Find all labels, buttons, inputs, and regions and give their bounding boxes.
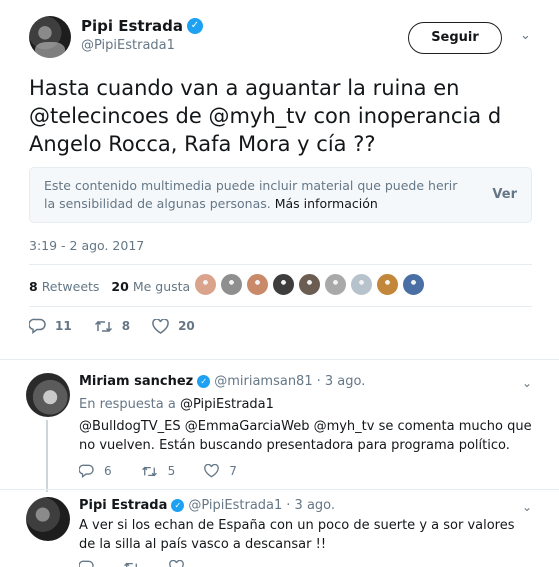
tweet-text: Hasta cuando van a aguantar la ruina en … — [29, 76, 502, 156]
like-count: 20 — [178, 319, 195, 333]
liker-avatar[interactable] — [402, 273, 425, 296]
reply-action[interactable]: 11 — [29, 318, 72, 334]
reply-header: Pipi Estrada ✓ @PipiEstrada1 · 3 ago. — [79, 498, 335, 513]
likes-count: 20 — [111, 278, 129, 294]
retweets-count: 8 — [29, 278, 38, 294]
verified-badge-icon: ✓ — [197, 375, 211, 388]
more-options-chevron-down-icon[interactable]: ⌄ — [520, 28, 531, 43]
reply-count: 6 — [104, 464, 112, 478]
reply-text: @BulldogTV_ES @EmmaGarciaWeb @myh_tv se … — [79, 419, 532, 453]
like-action[interactable]: 20 — [152, 318, 195, 334]
reply-action[interactable] — [79, 560, 94, 567]
reply-count: 11 — [55, 319, 72, 333]
like-count: 7 — [229, 464, 237, 478]
divider — [0, 489, 559, 490]
more-info-link[interactable]: Más información — [275, 196, 378, 211]
retweets-label: Retweets — [41, 278, 100, 294]
retweet-action[interactable] — [123, 561, 140, 567]
reply-header: Miriam sanchez ✓ @miriamsan81 · 3 ago. — [79, 374, 365, 389]
reply-author-handle[interactable]: @miriamsan81 — [214, 374, 312, 389]
divider — [29, 264, 532, 265]
reply-date[interactable]: · 3 ago. — [286, 498, 335, 513]
reply-avatar[interactable] — [26, 497, 70, 541]
retweet-icon — [94, 320, 112, 332]
liker-avatars — [194, 273, 425, 296]
view-media-button[interactable]: Ver — [492, 187, 517, 202]
sensitive-media-text: Este contenido multimedia puede incluir … — [44, 177, 464, 213]
in-reply-handle[interactable]: @PipiEstrada1 — [180, 397, 274, 412]
like-action[interactable]: 7 — [204, 464, 237, 478]
reply-options-chevron-down-icon[interactable]: ⌄ — [522, 376, 532, 390]
verified-badge-icon: ✓ — [171, 499, 185, 512]
author-avatar[interactable] — [29, 16, 71, 58]
likes-label: Me gusta — [132, 278, 191, 294]
tweet-timestamp[interactable]: 3:19 - 2 ago. 2017 — [29, 238, 144, 253]
liker-avatar[interactable] — [246, 273, 269, 296]
liker-avatar[interactable] — [324, 273, 347, 296]
replies-separator — [0, 359, 559, 367]
reply-actions: 6 5 7 — [79, 464, 266, 478]
tweet-actions: 11 8 20 — [29, 318, 217, 334]
sensitive-notice-text: Este contenido multimedia puede incluir … — [44, 178, 458, 211]
liker-avatar[interactable] — [220, 273, 243, 296]
reply-action[interactable]: 6 — [79, 464, 112, 478]
retweet-count: 5 — [167, 464, 176, 478]
in-reply-label: En respuesta a — [79, 397, 176, 412]
reply-icon — [79, 464, 94, 478]
liker-avatar[interactable] — [376, 273, 399, 296]
author-name[interactable]: Pipi Estrada — [81, 17, 183, 35]
in-reply-to: En respuesta a @PipiEstrada1 — [79, 397, 274, 412]
liker-avatar[interactable] — [272, 273, 295, 296]
reply-icon — [29, 318, 46, 334]
like-action[interactable] — [169, 560, 184, 567]
thread-line — [46, 420, 48, 492]
liker-avatar[interactable] — [194, 273, 217, 296]
tweet-stats: 8 Retweets 20 Me gusta — [29, 276, 190, 296]
retweet-action[interactable]: 5 — [141, 464, 176, 478]
heart-icon — [169, 560, 184, 567]
author-name-row[interactable]: Pipi Estrada ✓ — [81, 17, 203, 35]
retweets-stat[interactable]: 8 Retweets — [29, 279, 99, 294]
retweet-action[interactable]: 8 — [94, 319, 130, 334]
retweet-icon — [141, 466, 157, 476]
reply-date[interactable]: · 3 ago. — [317, 374, 366, 389]
reply-options-chevron-down-icon[interactable]: ⌄ — [522, 500, 532, 514]
follow-button[interactable]: Seguir — [408, 22, 502, 54]
retweet-icon — [124, 562, 137, 567]
divider — [29, 306, 532, 307]
reply-author-handle[interactable]: @PipiEstrada1 — [188, 498, 282, 513]
heart-icon — [152, 318, 169, 334]
author-handle[interactable]: @PipiEstrada1 — [81, 38, 175, 53]
likes-stat[interactable]: 20 Me gusta — [111, 279, 190, 294]
reply-author-name[interactable]: Pipi Estrada — [79, 498, 167, 513]
reply-avatar[interactable] — [26, 373, 70, 417]
reply-actions — [79, 560, 213, 567]
sensitive-media-notice: Este contenido multimedia puede incluir … — [29, 167, 532, 223]
reply-icon — [79, 560, 94, 567]
reply-text: A ver si los echan de España con un poco… — [79, 518, 515, 552]
reply-author-name[interactable]: Miriam sanchez — [79, 374, 193, 389]
verified-badge-icon: ✓ — [186, 18, 203, 34]
heart-icon — [204, 464, 220, 478]
retweet-count: 8 — [121, 319, 131, 333]
liker-avatar[interactable] — [298, 273, 321, 296]
liker-avatar[interactable] — [350, 273, 373, 296]
